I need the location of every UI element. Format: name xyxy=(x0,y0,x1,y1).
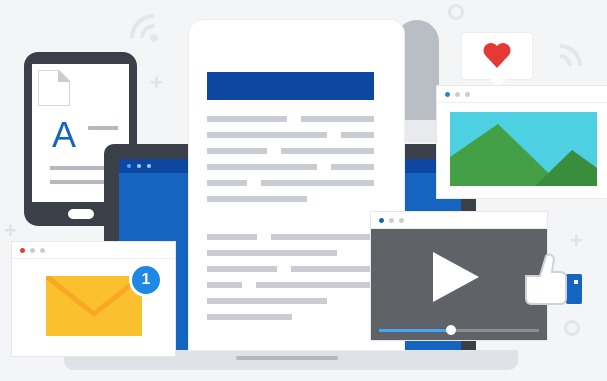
wifi-signal-icon xyxy=(130,14,158,42)
text-line xyxy=(261,180,374,186)
text-line xyxy=(271,234,374,240)
window-dot xyxy=(455,92,460,97)
mountain-shapes xyxy=(450,124,597,186)
page-corner-icon xyxy=(38,70,70,106)
text-line xyxy=(301,116,374,122)
document-title-bar xyxy=(207,72,374,100)
landscape-image-icon xyxy=(450,112,597,186)
text-line xyxy=(207,282,242,288)
window-dot xyxy=(379,218,384,223)
text-line xyxy=(291,266,374,272)
text-line xyxy=(50,180,108,184)
text-line xyxy=(331,164,374,170)
text-line xyxy=(207,164,317,170)
video-window xyxy=(371,212,547,340)
thumbs-up-icon xyxy=(525,253,582,305)
window-titlebar xyxy=(437,86,607,103)
window-dot xyxy=(399,218,404,223)
decor-plus: + xyxy=(4,218,17,243)
video-progress-bar[interactable] xyxy=(379,325,539,335)
document-letter: A xyxy=(52,114,77,155)
window-dot xyxy=(147,164,151,168)
wifi-signal-icon xyxy=(559,44,582,67)
text-line xyxy=(207,116,287,122)
text-line xyxy=(207,314,292,320)
video-progress-knob[interactable] xyxy=(446,325,456,335)
text-line xyxy=(207,196,307,202)
text-line xyxy=(341,132,374,138)
window-dot xyxy=(389,218,394,223)
decor-circle xyxy=(448,4,464,20)
phone-home-button xyxy=(68,209,94,219)
text-line xyxy=(281,148,374,154)
decor-plus: + xyxy=(570,228,583,253)
window-dot xyxy=(40,248,45,253)
window-titlebar xyxy=(371,212,547,229)
text-line xyxy=(207,180,247,186)
image-window xyxy=(437,86,607,198)
window-dot xyxy=(30,248,35,253)
window-dot xyxy=(445,92,450,97)
text-line xyxy=(207,298,327,304)
window-dot xyxy=(20,248,25,253)
text-line xyxy=(207,266,277,272)
window-titlebar xyxy=(12,242,175,259)
text-line xyxy=(88,126,118,130)
play-icon[interactable] xyxy=(433,252,479,302)
envelope-flap xyxy=(46,276,142,318)
decor-circle xyxy=(564,320,580,336)
text-line xyxy=(207,148,267,154)
envelope-icon xyxy=(46,276,142,336)
text-line xyxy=(207,132,327,138)
window-dot xyxy=(127,164,131,168)
text-line xyxy=(207,250,337,256)
heart-speech-bubble xyxy=(462,33,532,89)
text-line xyxy=(256,282,374,288)
laptop-notch xyxy=(236,356,338,360)
video-progress-fill xyxy=(379,329,451,332)
heart-icon xyxy=(483,43,511,68)
text-line xyxy=(207,234,257,240)
notification-badge: 1 xyxy=(129,263,163,297)
mail-window xyxy=(12,242,175,356)
window-dot xyxy=(465,92,470,97)
window-dot xyxy=(137,164,141,168)
decor-plus: + xyxy=(150,70,163,95)
